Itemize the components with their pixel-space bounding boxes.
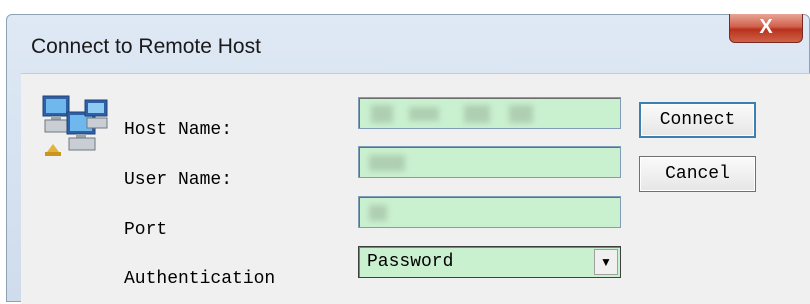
- port-input[interactable]: [358, 196, 621, 228]
- redacted-text: [409, 107, 439, 121]
- host-name-label: Host Name:: [124, 120, 233, 140]
- connect-button[interactable]: Connect: [639, 102, 756, 138]
- user-name-label: User Name:: [124, 170, 233, 190]
- redacted-text: [369, 205, 387, 221]
- dropdown-button[interactable]: ▼: [594, 249, 618, 275]
- authentication-label: Authentication: [124, 269, 276, 289]
- host-name-input[interactable]: [358, 97, 621, 129]
- port-label: Port: [124, 220, 168, 240]
- close-icon: X: [759, 16, 773, 38]
- user-name-input[interactable]: [358, 146, 621, 178]
- cancel-button[interactable]: Cancel: [639, 156, 756, 192]
- dialog-title: Connect to Remote Host: [31, 35, 261, 58]
- close-button[interactable]: X: [729, 14, 803, 43]
- redacted-text: [464, 105, 490, 123]
- network-computers-icon: [42, 95, 108, 156]
- dialog-body: Host Name: User Name: Port Authenticatio…: [21, 73, 810, 304]
- connect-dialog: Connect to Remote Host X Host Name: User…: [6, 14, 810, 304]
- redacted-text: [371, 105, 393, 123]
- authentication-select[interactable]: Password ▼: [358, 246, 621, 278]
- redacted-text: [369, 155, 405, 171]
- title-bar[interactable]: Connect to Remote Host: [7, 15, 809, 73]
- authentication-selected-value: Password: [367, 252, 454, 272]
- chevron-down-icon: ▼: [600, 255, 612, 269]
- redacted-text: [509, 105, 533, 123]
